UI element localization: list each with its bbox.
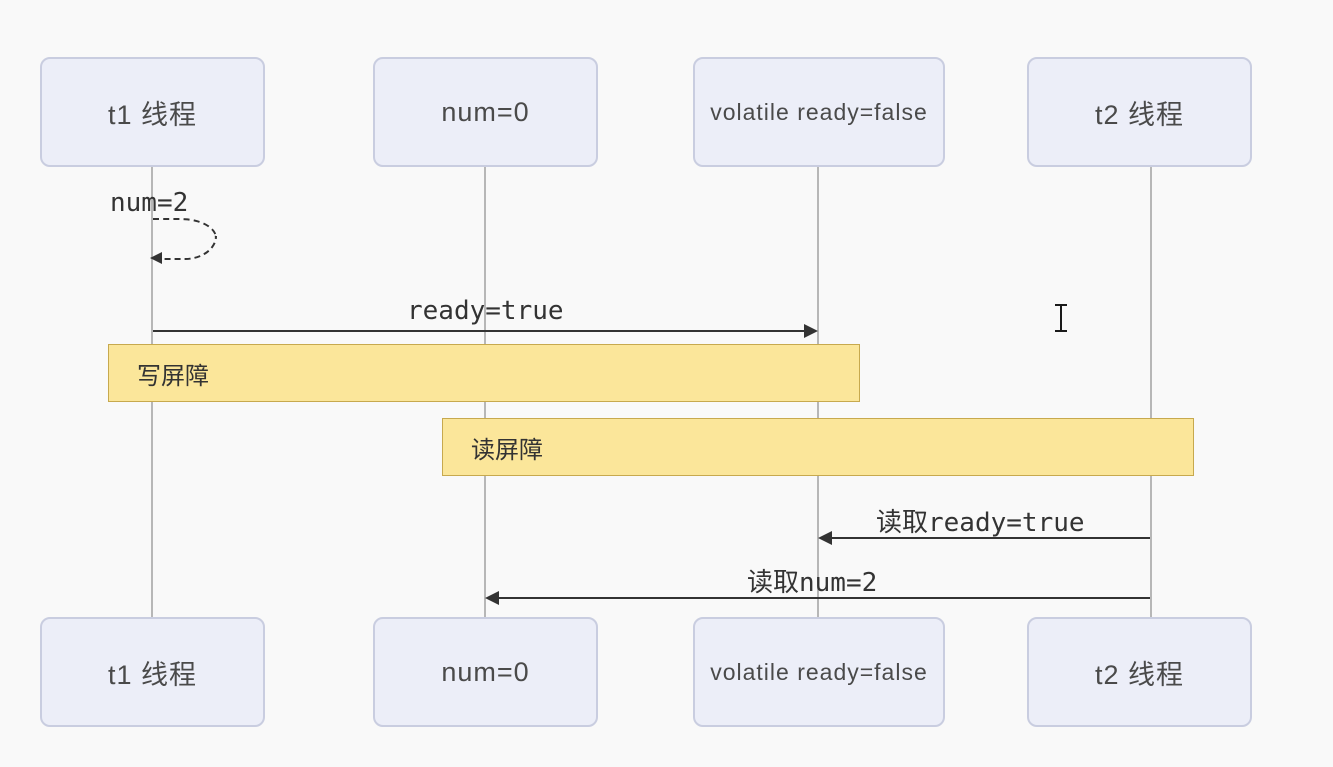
participant-ready-top: volatile ready=false <box>693 57 945 167</box>
participant-label: volatile ready=false <box>710 659 928 686</box>
participant-t1-top: t1 线程 <box>40 57 265 167</box>
message-read-num-label: 读取num=2 <box>747 562 877 599</box>
arrow-head <box>818 531 832 545</box>
participant-t1-bottom: t1 线程 <box>40 617 265 727</box>
text-cursor-icon <box>1060 306 1062 330</box>
lifeline-t2 <box>1150 167 1152 617</box>
self-message-label: num=2 <box>110 188 188 218</box>
message-ready-true-label: ready=true <box>407 296 564 326</box>
barrier-label: 写屏障 <box>137 356 209 391</box>
barrier-label: 读屏障 <box>471 430 543 465</box>
participant-num-top: num=0 <box>373 57 598 167</box>
participant-t2-top: t2 线程 <box>1027 57 1252 167</box>
participant-label: num=0 <box>441 657 529 688</box>
sequence-diagram: t1 线程 num=0 volatile ready=false t2 线程 t… <box>0 0 1333 767</box>
participant-label: t1 线程 <box>108 653 197 692</box>
participant-label: volatile ready=false <box>710 99 928 126</box>
message-read-ready-label: 读取ready=true <box>876 502 1085 539</box>
participant-num-bottom: num=0 <box>373 617 598 727</box>
write-barrier: 写屏障 <box>108 344 860 402</box>
participant-label: t1 线程 <box>108 93 197 132</box>
arrow-head <box>804 324 818 338</box>
message-read-num <box>499 597 1150 599</box>
participant-label: t2 线程 <box>1095 93 1184 132</box>
read-barrier: 读屏障 <box>442 418 1194 476</box>
arrow-head <box>485 591 499 605</box>
message-ready-true <box>153 330 804 332</box>
participant-label: num=0 <box>441 97 529 128</box>
participant-label: t2 线程 <box>1095 653 1184 692</box>
participant-ready-bottom: volatile ready=false <box>693 617 945 727</box>
message-read-ready <box>832 537 1150 539</box>
participant-t2-bottom: t2 线程 <box>1027 617 1252 727</box>
